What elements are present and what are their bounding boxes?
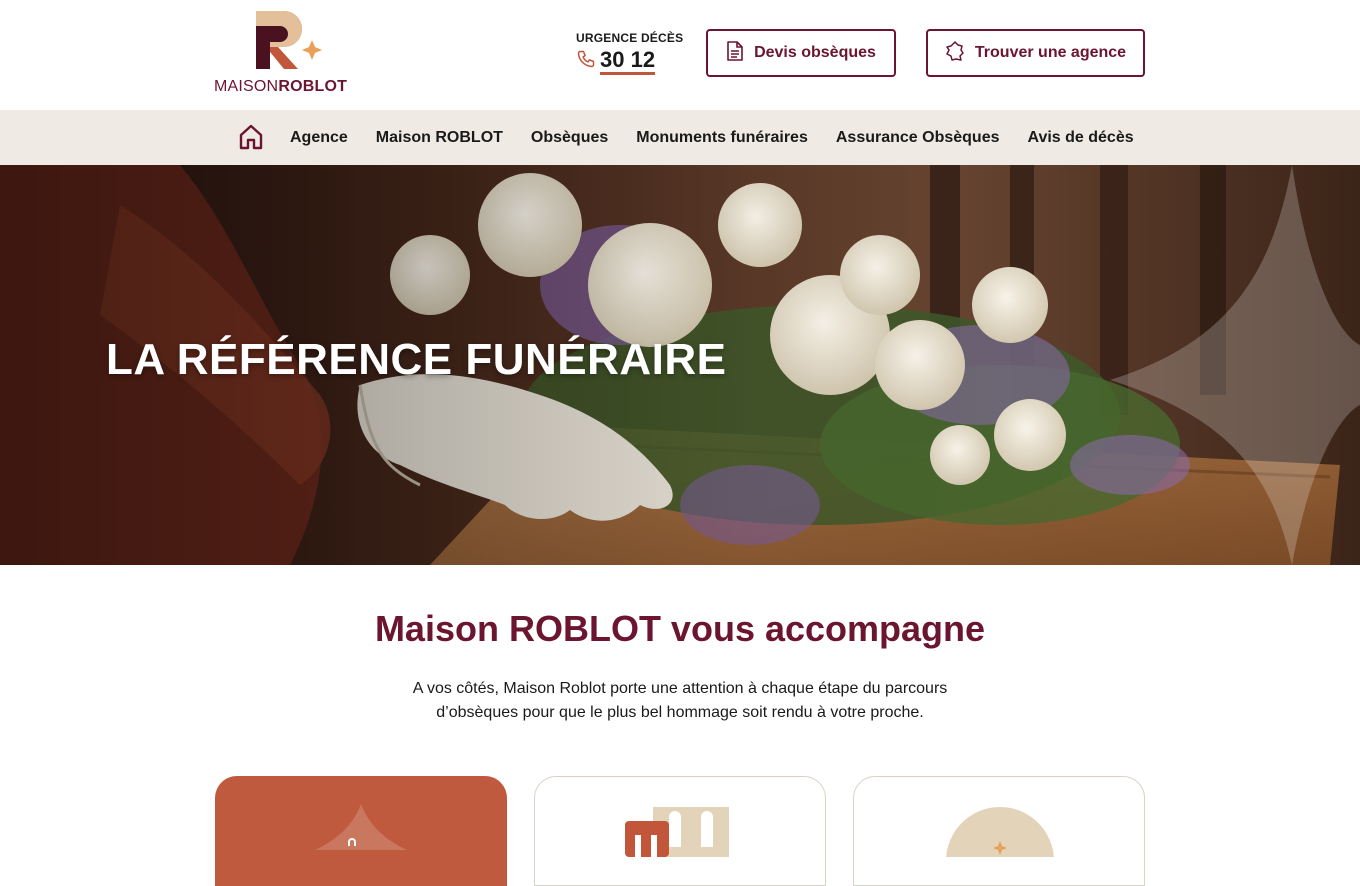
trouver-agence-button[interactable]: Trouver une agence (926, 29, 1145, 77)
monument-icon (625, 807, 729, 857)
nav-item-maison-roblot[interactable]: Maison ROBLOT (376, 129, 503, 147)
urgence-label: URGENCE DÉCÈS (576, 31, 684, 45)
nav-item-obseques[interactable]: Obsèques (531, 129, 608, 147)
service-card-1[interactable] (215, 776, 507, 886)
service-card-2[interactable] (534, 776, 826, 886)
urgence-phone-link[interactable]: 30 12 (600, 48, 656, 75)
maison-roblot-logo[interactable]: MAISONROBLOT (214, 10, 350, 98)
assurance-icon (946, 807, 1054, 885)
phone-icon (576, 49, 596, 74)
trouver-agence-label: Trouver une agence (974, 44, 1127, 61)
service-card-3[interactable] (853, 776, 1145, 886)
home-icon[interactable] (239, 124, 263, 150)
map-france-icon (945, 40, 965, 66)
devis-obseques-label: Devis obsèques (754, 44, 876, 61)
logo-mark-icon (256, 11, 322, 69)
hero-banner: LA RÉFÉRENCE FUNÉRAIRE (0, 165, 1360, 565)
nav-item-assurance-obseques[interactable]: Assurance Obsèques (836, 129, 1000, 147)
nav-item-monuments-funeraires[interactable]: Monuments funéraires (636, 129, 808, 147)
card-illustration-icon (315, 804, 407, 850)
urgence-deces: URGENCE DÉCÈS 30 12 (576, 31, 683, 75)
nav-item-agence[interactable]: Agence (290, 129, 348, 147)
main-navigation: Agence Maison ROBLOT Obsèques Monuments … (0, 110, 1360, 165)
nav-item-avis-de-deces[interactable]: Avis de décès (1027, 129, 1133, 147)
site-header: MAISONROBLOT URGENCE DÉCÈS 30 12 Devis o… (0, 0, 1360, 110)
document-icon (726, 40, 744, 66)
logo-wordmark: MAISONROBLOT (214, 78, 348, 95)
devis-obseques-button[interactable]: Devis obsèques (706, 29, 896, 77)
hero-title: LA RÉFÉRENCE FUNÉRAIRE (106, 335, 727, 384)
section-intro-text: A vos côtés, Maison Roblot porte une att… (412, 680, 948, 721)
section-title: Maison ROBLOT vous accompagne (374, 608, 986, 649)
